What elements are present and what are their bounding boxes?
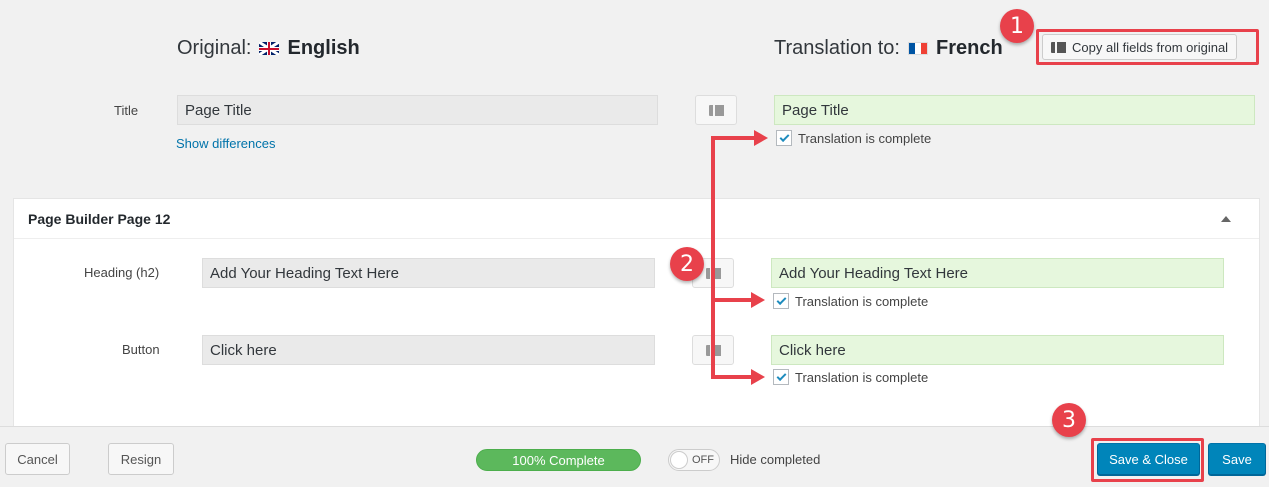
- step-3-badge: 3: [1052, 403, 1086, 437]
- heading-complete-checkbox-row[interactable]: Translation is complete: [773, 293, 928, 309]
- heading-complete-label: Translation is complete: [795, 293, 929, 309]
- progress-bar: 100% Complete: [476, 449, 641, 471]
- save-button[interactable]: Save: [1208, 443, 1266, 475]
- heading-complete-checkbox[interactable]: [773, 293, 789, 309]
- show-differences-link[interactable]: Show differences: [176, 136, 276, 151]
- cancel-button[interactable]: Cancel: [5, 443, 70, 475]
- button-complete-checkbox-row[interactable]: Translation is complete: [773, 369, 928, 385]
- button-complete-label: Translation is complete: [795, 369, 929, 385]
- arrow-to-button-checkbox: [751, 369, 765, 385]
- heading-translation-input[interactable]: Add Your Heading Text Here: [771, 258, 1224, 288]
- resign-button[interactable]: Resign: [108, 443, 174, 475]
- copy-icon: [709, 103, 726, 118]
- title-complete-label: Translation is complete: [798, 130, 932, 146]
- button-original-field: Click here: [202, 335, 655, 365]
- hide-completed-label: Hide completed: [730, 452, 821, 467]
- panel-header[interactable]: Page Builder Page 12: [14, 199, 1259, 239]
- button-field-label: Button: [122, 342, 160, 357]
- collapse-caret-icon[interactable]: [1221, 215, 1231, 222]
- step-2-line-heading: [711, 298, 752, 302]
- arrow-to-heading-checkbox: [751, 292, 765, 308]
- translation-label: Translation to:: [774, 37, 900, 59]
- step-2-line-button: [711, 375, 752, 379]
- translation-language-header: Translation to: French: [774, 37, 1003, 60]
- original-label: Original:: [177, 37, 252, 59]
- highlight-copy-all: [1036, 29, 1259, 65]
- title-translation-input[interactable]: Page Title: [774, 95, 1255, 125]
- original-language-header: Original: English: [177, 37, 360, 60]
- button-translation-input[interactable]: Click here: [771, 335, 1224, 365]
- fr-flag-icon: [908, 42, 928, 55]
- title-field-label: Title: [114, 103, 139, 118]
- page-builder-panel: Page Builder Page 12: [13, 198, 1260, 438]
- heading-field-label: Heading (h2): [84, 265, 160, 280]
- arrow-to-title-checkbox: [754, 130, 768, 146]
- uk-flag-icon: [259, 42, 280, 55]
- copy-title-button[interactable]: [695, 95, 737, 125]
- step-2-line-title: [711, 136, 755, 140]
- heading-original-field: Add Your Heading Text Here: [202, 258, 655, 288]
- step-2-vertical-line: [711, 137, 715, 379]
- highlight-save-close: [1091, 438, 1204, 482]
- original-language-name: English: [287, 37, 360, 59]
- panel-title: Page Builder Page 12: [28, 210, 171, 227]
- toggle-state: OFF: [692, 454, 714, 466]
- title-complete-checkbox[interactable]: [776, 130, 792, 146]
- title-original-field: Page Title: [177, 95, 658, 125]
- toggle-knob: [670, 451, 688, 469]
- title-complete-checkbox-row[interactable]: Translation is complete: [776, 130, 931, 146]
- button-complete-checkbox[interactable]: [773, 369, 789, 385]
- step-1-badge: 1: [1000, 9, 1034, 43]
- translation-language-name: French: [936, 37, 1003, 59]
- step-2-badge: 2: [670, 247, 704, 281]
- hide-completed-toggle[interactable]: OFF: [668, 449, 720, 471]
